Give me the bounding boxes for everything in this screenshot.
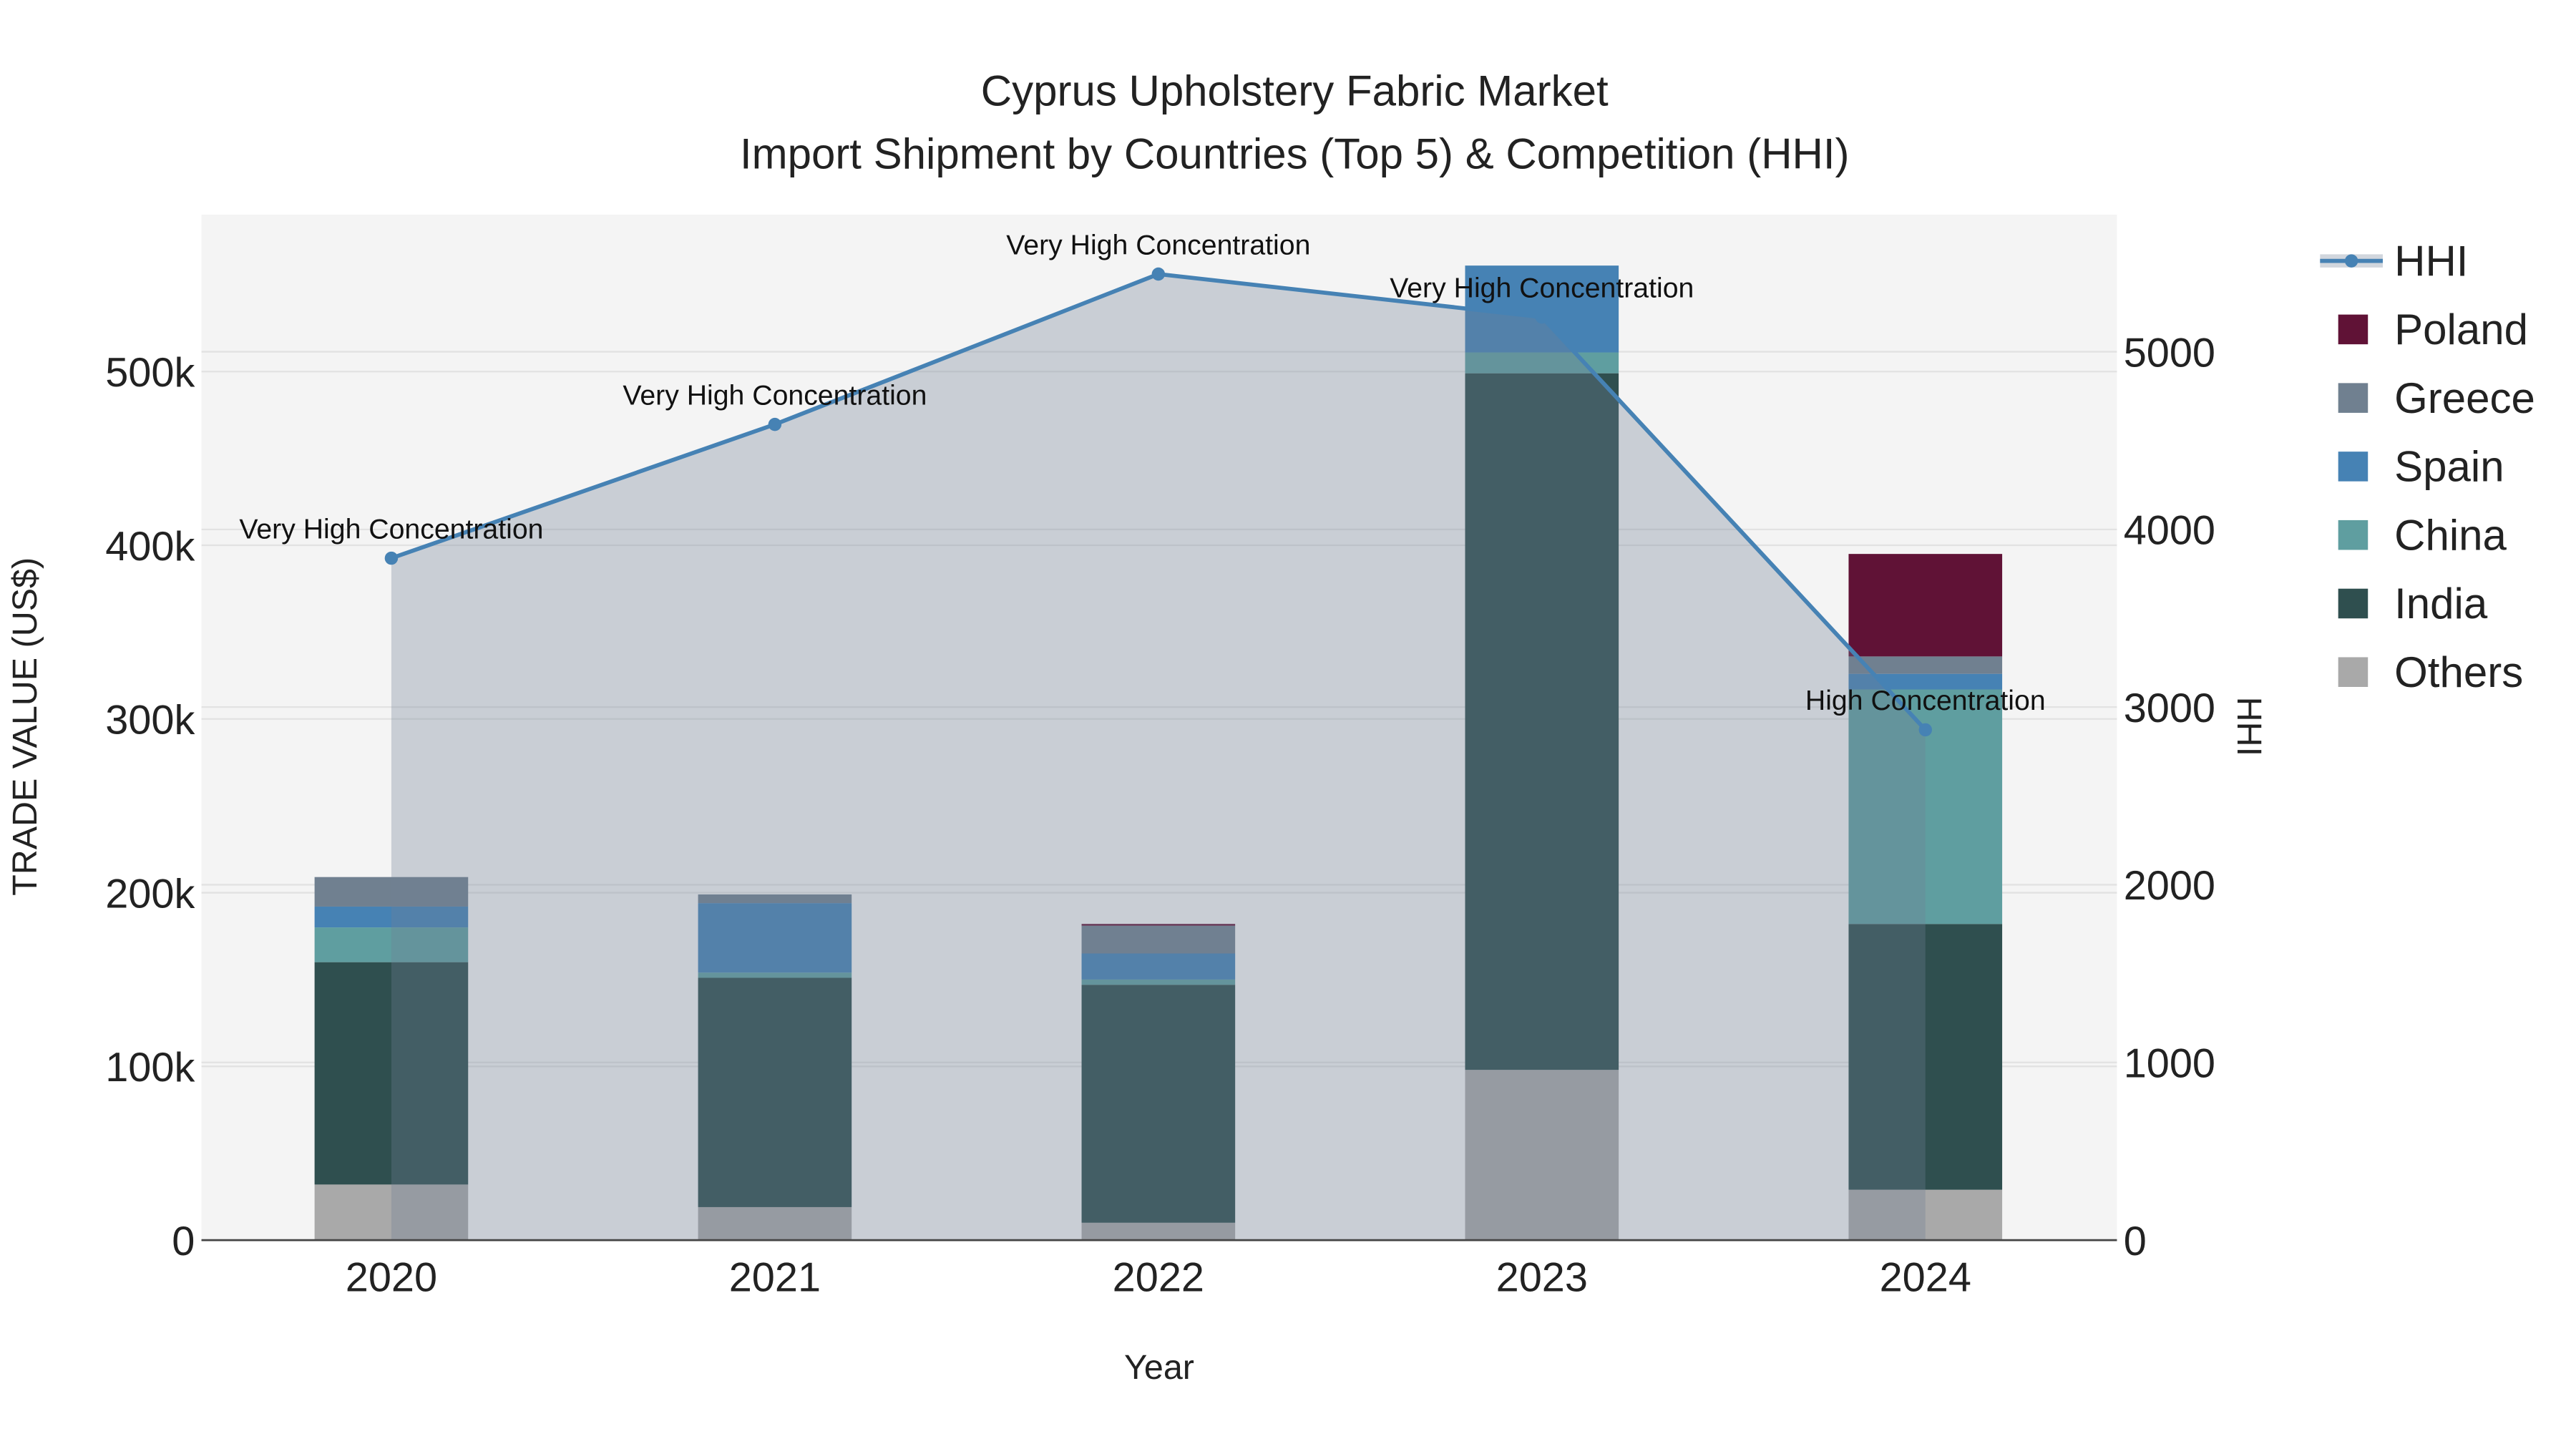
legend-label-hhi: HHI bbox=[2394, 237, 2468, 285]
hhi-annotation: High Concentration bbox=[1805, 685, 2046, 716]
chart-title: Cyprus Upholstery Fabric Market bbox=[981, 67, 1609, 115]
x-tick-label: 2021 bbox=[729, 1255, 821, 1301]
y2-tick-label: 5000 bbox=[2124, 330, 2215, 376]
y2-axis-title: HHI bbox=[2230, 697, 2268, 756]
hhi-point bbox=[384, 551, 399, 565]
y2-tick-label: 1000 bbox=[2124, 1041, 2215, 1087]
chart-subtitle: Import Shipment by Countries (Top 5) & C… bbox=[740, 130, 1850, 177]
y-tick-label: 400k bbox=[105, 524, 195, 570]
x-tick-label: 2023 bbox=[1496, 1255, 1588, 1301]
x-tick-label: 2020 bbox=[346, 1255, 437, 1301]
hhi-annotation: Very High Concentration bbox=[1390, 272, 1694, 303]
legend-label-india: India bbox=[2394, 580, 2488, 628]
hhi-point bbox=[768, 417, 782, 431]
y2-tick-label: 2000 bbox=[2124, 863, 2215, 909]
chart: Very High Concentration Very High Concent… bbox=[0, 0, 2576, 1449]
y2-tick-label: 0 bbox=[2124, 1219, 2147, 1264]
legend-swatch-spain bbox=[2338, 452, 2368, 482]
y-tick-label: 200k bbox=[105, 871, 195, 917]
hhi-annotation: Very High Concentration bbox=[623, 379, 927, 411]
legend-label-china: China bbox=[2394, 511, 2507, 559]
legend-hhi-marker-icon bbox=[2344, 254, 2358, 268]
hhi-point bbox=[1918, 723, 1932, 737]
hhi-point bbox=[1151, 267, 1166, 281]
y-tick-label: 300k bbox=[105, 698, 195, 743]
y-tick-label: 500k bbox=[105, 350, 195, 396]
legend-swatch-poland bbox=[2338, 314, 2368, 345]
legend-swatch-others bbox=[2338, 657, 2368, 687]
hhi-point bbox=[1535, 310, 1549, 324]
legend-swatch-greece bbox=[2338, 383, 2368, 413]
x-tick-label: 2024 bbox=[1880, 1255, 1971, 1301]
hhi-annotation: Very High Concentration bbox=[1006, 229, 1310, 260]
hhi-annotation: Very High Concentration bbox=[239, 513, 543, 545]
x-axis-title: Year bbox=[1124, 1348, 1194, 1387]
x-tick-label: 2022 bbox=[1113, 1255, 1204, 1301]
y-tick-label: 100k bbox=[105, 1045, 195, 1091]
legend-label-greece: Greece bbox=[2394, 374, 2535, 422]
y2-tick-label: 4000 bbox=[2124, 508, 2215, 554]
bar-poland bbox=[1848, 554, 2003, 657]
legend-label-others: Others bbox=[2394, 648, 2523, 696]
legend-swatch-china bbox=[2338, 519, 2368, 550]
legend-swatch-india bbox=[2338, 588, 2368, 619]
legend-label-poland: Poland bbox=[2394, 306, 2528, 353]
legend-label-spain: Spain bbox=[2394, 443, 2504, 491]
y-tick-label: 0 bbox=[172, 1219, 195, 1264]
y-axis-title: TRADE VALUE (US$) bbox=[6, 557, 44, 896]
y2-tick-label: 3000 bbox=[2124, 686, 2215, 731]
